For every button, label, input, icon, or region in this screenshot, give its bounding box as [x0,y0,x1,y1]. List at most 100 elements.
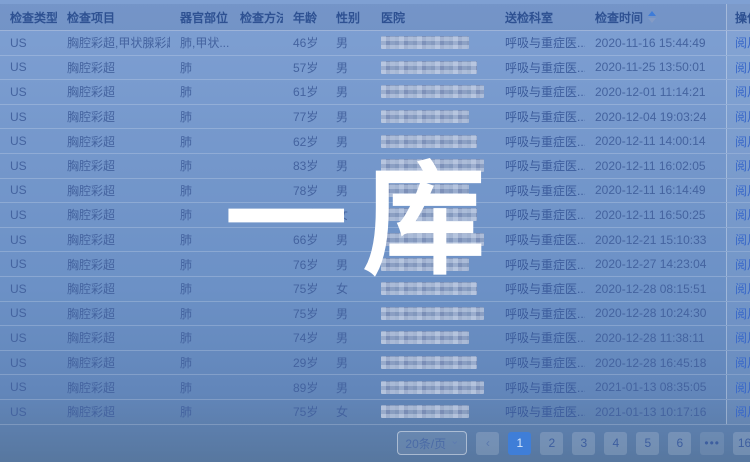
read-film-link[interactable]: 阅片 [735,108,750,125]
gender-cell-value: 男 [336,231,348,248]
exam-type-cell: US [0,277,57,301]
sort-descending-icon[interactable] [648,18,656,23]
read-film-link[interactable]: 阅片 [735,59,750,76]
action-cell: 阅片 [726,252,750,276]
age-cell-value: 76岁 [293,256,318,273]
gender-cell: 男 [326,154,371,178]
department-cell-value: 呼吸与重症医... [505,108,585,125]
read-film-link[interactable]: 阅片 [735,34,750,51]
column-header-label: 送检科室 [505,9,553,26]
organ-part-cell-value: 肺 [180,403,192,420]
table-row: US胸腔彩超肺75岁女呼吸与重症医...2020-12-28 08:15:51阅… [0,277,750,302]
exam-type-cell-value: US [10,36,27,50]
exam-method-cell [230,375,283,399]
exam-time-cell-value: 2020-11-25 13:50:01 [595,60,706,74]
column-header-5: 年龄 [283,4,326,30]
hospital-redacted-blur [381,159,484,172]
exam-project-cell: 胸腔彩超 [57,56,170,80]
exam-method-cell [230,228,283,252]
exam-time-cell-value: 2020-12-11 16:02:05 [595,159,706,173]
action-cell: 阅片 [726,129,750,153]
exam-time-cell-value: 2020-12-11 16:50:25 [595,208,706,222]
table-row: US胸腔彩超肺66岁男呼吸与重症医...2020-12-21 15:10:33阅… [0,228,750,253]
hospital-cell [371,302,495,326]
hospital-redacted-blur [381,356,477,369]
age-cell-value: 78岁 [293,182,318,199]
table-row: US胸腔彩超肺78岁男呼吸与重症医...2020-12-11 16:14:49阅… [0,179,750,204]
read-film-link[interactable]: 阅片 [735,379,750,396]
exam-type-cell: US [0,154,57,178]
page-button-2[interactable]: 2 [540,432,563,455]
exam-time-cell: 2020-12-27 14:23:04 [585,252,726,276]
read-film-link[interactable]: 阅片 [735,182,750,199]
page-button-1[interactable]: 1 [508,432,531,455]
organ-part-cell-value: 肺 [180,354,192,371]
organ-part-cell: 肺 [170,228,230,252]
exam-project-cell: 胸腔彩超 [57,203,170,227]
more-pages-button[interactable]: ••• [700,432,724,455]
organ-part-cell: 肺 [170,80,230,104]
department-cell: 呼吸与重症医... [495,252,585,276]
read-film-link[interactable]: 阅片 [735,231,750,248]
department-cell-value: 呼吸与重症医... [505,59,585,76]
age-cell-value: 76岁 [293,206,318,223]
exam-time-cell: 2020-11-25 13:50:01 [585,56,726,80]
department-cell-value: 呼吸与重症医... [505,354,585,371]
page-button-6[interactable]: 6 [668,432,691,455]
action-cell: 阅片 [726,326,750,350]
exam-time-cell-value: 2020-12-28 11:38:11 [595,331,705,345]
hospital-cell [371,351,495,375]
read-film-link[interactable]: 阅片 [735,305,750,322]
organ-part-cell: 肺 [170,326,230,350]
page-button-4[interactable]: 4 [604,432,627,455]
page-size-select[interactable]: 20条/页 ⌄ [397,431,467,455]
read-film-link[interactable]: 阅片 [735,329,750,346]
exam-method-cell [230,179,283,203]
read-film-link[interactable]: 阅片 [735,206,750,223]
table-row: US胸腔彩超肺57岁男呼吸与重症医...2020-11-25 13:50:01阅… [0,56,750,81]
gender-cell-value: 男 [336,305,348,322]
exam-project-cell: 胸腔彩超 [57,252,170,276]
organ-part-cell: 肺 [170,302,230,326]
read-film-link[interactable]: 阅片 [735,354,750,371]
organ-part-cell-value: 肺 [180,256,192,273]
exam-type-cell-value: US [10,331,27,345]
table-body: US胸腔彩超,甲状腺彩超肺,甲状...46岁男呼吸与重症医...2020-11-… [0,31,750,425]
last-page-button[interactable]: 16 [733,432,750,455]
read-film-link[interactable]: 阅片 [735,256,750,273]
exam-type-cell: US [0,351,57,375]
exam-method-cell [230,56,283,80]
age-cell-value: 83岁 [293,157,318,174]
hospital-redacted-blur [381,85,484,98]
read-film-link[interactable]: 阅片 [735,403,750,420]
sort-ascending-icon[interactable] [648,11,656,16]
age-cell: 89岁 [283,375,326,399]
exam-project-cell: 胸腔彩超,甲状腺彩超 [57,31,170,55]
column-header-10: 操作 [726,4,750,30]
exam-project-cell: 胸腔彩超 [57,277,170,301]
gender-cell: 男 [326,31,371,55]
exam-type-cell-value: US [10,208,27,222]
exam-time-cell-value: 2021-01-13 10:17:16 [595,405,706,419]
hospital-redacted-blur [381,110,469,123]
exam-time-cell-value: 2020-12-28 10:24:30 [595,306,706,320]
exam-time-cell-value: 2020-11-16 15:44:49 [595,36,706,50]
exam-project-cell-value: 胸腔彩超 [67,108,115,125]
column-header-9[interactable]: 检查时间 [585,4,726,30]
read-film-link[interactable]: 阅片 [735,280,750,297]
exam-project-cell: 胸腔彩超 [57,375,170,399]
page-button-5[interactable]: 5 [636,432,659,455]
page-button-3[interactable]: 3 [572,432,595,455]
read-film-link[interactable]: 阅片 [735,133,750,150]
exam-time-cell: 2020-11-16 15:44:49 [585,31,726,55]
department-cell-value: 呼吸与重症医... [505,133,585,150]
read-film-link[interactable]: 阅片 [735,157,750,174]
gender-cell: 男 [326,228,371,252]
sort-caret-icon[interactable] [648,11,656,23]
action-cell: 阅片 [726,31,750,55]
action-cell: 阅片 [726,179,750,203]
exam-type-cell: US [0,179,57,203]
read-film-link[interactable]: 阅片 [735,83,750,100]
department-cell: 呼吸与重症医... [495,326,585,350]
prev-page-button[interactable]: ‹ [476,432,499,455]
